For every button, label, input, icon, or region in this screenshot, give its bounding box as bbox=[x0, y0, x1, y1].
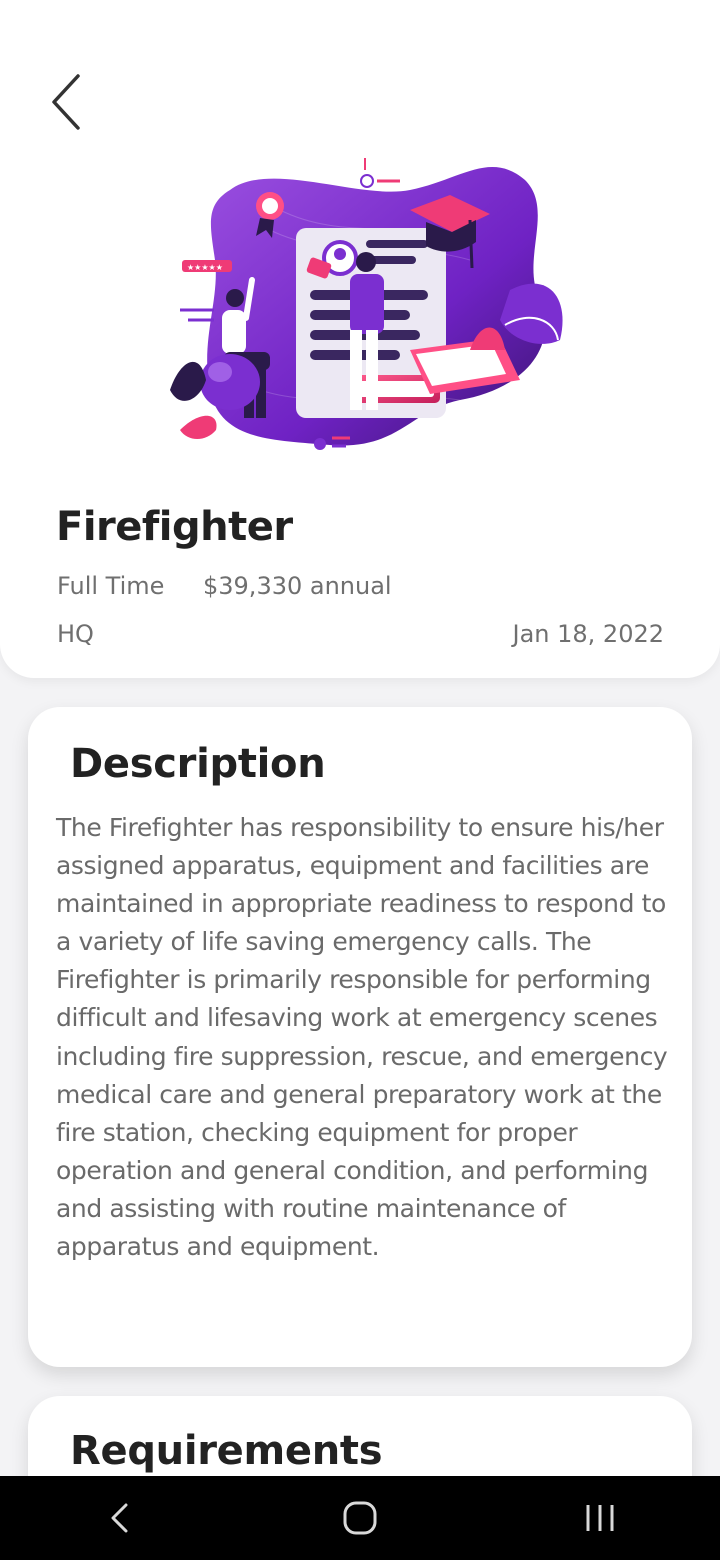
system-navigation-bar bbox=[0, 1476, 720, 1560]
job-illustration: ★★★★★ bbox=[170, 158, 563, 450]
nav-recents-icon bbox=[586, 1505, 614, 1531]
job-title: Firefighter bbox=[56, 504, 293, 550]
nav-back-button[interactable] bbox=[80, 1476, 160, 1560]
salary: $39,330 annual bbox=[203, 572, 392, 600]
description-card: Description The Firefighter has responsi… bbox=[28, 707, 692, 1367]
requirements-heading: Requirements bbox=[70, 1428, 383, 1474]
back-button[interactable] bbox=[36, 64, 100, 140]
nav-home-button[interactable] bbox=[320, 1476, 400, 1560]
nav-home-icon bbox=[343, 1501, 377, 1535]
job-header-card: ★★★★★ Firefighter Full Time $39,330 annu… bbox=[0, 0, 720, 678]
job-location: HQ bbox=[57, 620, 94, 648]
nav-back-icon bbox=[111, 1503, 128, 1533]
nav-recents-button[interactable] bbox=[560, 1476, 640, 1560]
description-text: The Firefighter has responsibility to en… bbox=[56, 813, 668, 1262]
description-heading: Description bbox=[70, 741, 326, 787]
posted-date: Jan 18, 2022 bbox=[512, 620, 665, 648]
svg-text:★★★★★: ★★★★★ bbox=[187, 263, 223, 272]
chevron-left-icon bbox=[52, 74, 80, 130]
employment-type: Full Time bbox=[57, 572, 165, 600]
job-detail-screen: ★★★★★ Firefighter Full Time $39,330 annu… bbox=[0, 0, 720, 1560]
